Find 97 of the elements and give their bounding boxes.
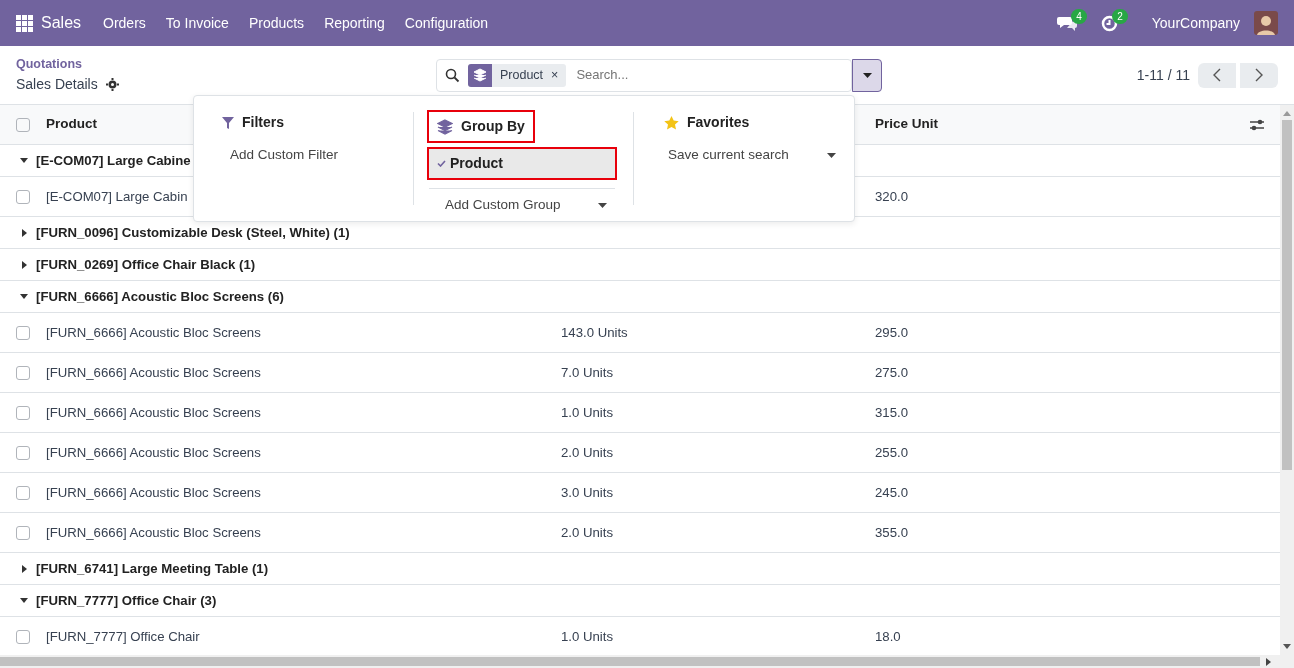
next-page-button[interactable]: [1240, 62, 1278, 88]
row-checkbox[interactable]: [16, 365, 30, 380]
group-label: [FURN_6666] Acoustic Bloc Screens (6): [36, 287, 284, 306]
table-cell-text: 355.0: [875, 523, 908, 542]
column-header[interactable]: Price Unit: [875, 114, 939, 135]
app-name[interactable]: Sales: [33, 11, 94, 35]
table-cell-text: [FURN_6666] Acoustic Bloc Screens: [45, 523, 261, 542]
table-cell-text: 1.0 Units: [561, 403, 614, 422]
search-field[interactable]: Product × Search...: [436, 58, 852, 92]
table-cell-text: 320.0: [875, 187, 908, 206]
row-checkbox[interactable]: [16, 189, 30, 204]
menu-item[interactable]: Orders: [93, 12, 156, 34]
facet-remove[interactable]: ×: [551, 65, 567, 85]
table-cell-text: 2.0 Units: [561, 443, 614, 462]
menu-item[interactable]: Configuration: [394, 12, 499, 34]
table-cell-text: 18.0: [875, 627, 901, 646]
row-checkbox[interactable]: [16, 445, 30, 460]
table-cell-text: [FURN_6666] Acoustic Bloc Screens: [45, 443, 261, 462]
group-row[interactable]: [FURN_6741] Large Meeting Table (1): [0, 553, 1280, 585]
scroll-up-icon[interactable]: [1283, 111, 1291, 116]
menu-item[interactable]: Products: [238, 12, 315, 34]
group-label: [E-COM07] Large Cabine: [36, 151, 191, 170]
chat-icon[interactable]: [1056, 15, 1077, 31]
sliders-icon[interactable]: [1250, 118, 1264, 131]
group-option[interactable]: Product: [429, 149, 615, 178]
scroll-right-icon[interactable]: [1266, 657, 1271, 666]
clock-icon[interactable]: [1100, 14, 1118, 32]
filter-icon: [222, 116, 234, 129]
panel-heading: Filters: [242, 113, 284, 132]
caret-right-icon: [22, 228, 27, 237]
table-cell-text: 275.0: [875, 363, 908, 382]
pager-value: 1-11 / 11: [1136, 65, 1190, 85]
table-cell-text: [FURN_6666] Acoustic Bloc Screens: [45, 403, 261, 422]
chevron-right-icon: [1255, 68, 1263, 82]
group-row[interactable]: [FURN_7777] Office Chair (3): [0, 585, 1280, 617]
table-cell-text: 295.0: [875, 323, 908, 342]
table-cell-text: [FURN_6666] Acoustic Bloc Screens: [45, 363, 261, 382]
vertical-scrollbar[interactable]: [1280, 105, 1294, 655]
table-cell-text: [FURN_7777] Office Chair: [45, 627, 200, 646]
group-row[interactable]: [FURN_6666] Acoustic Bloc Screens (6): [0, 281, 1280, 313]
row-checkbox[interactable]: [16, 325, 30, 340]
caret-right-icon: [22, 260, 27, 269]
caret-down-icon: [20, 598, 28, 603]
panel-heading: Group By: [461, 117, 525, 136]
row-checkbox[interactable]: [16, 629, 30, 644]
row-checkbox[interactable]: [16, 405, 30, 420]
row-checkbox[interactable]: [16, 485, 30, 500]
star-icon: [664, 115, 679, 130]
company-name[interactable]: YourCompany: [1141, 12, 1250, 34]
group-label: [FURN_0269] Office Chair Black (1): [36, 255, 256, 274]
message-count-badge: 4: [1071, 9, 1087, 24]
horizontal-scrollbar[interactable]: [0, 655, 1294, 668]
table-cell-text: [E-COM07] Large Cabin: [45, 187, 188, 206]
group-label: [FURN_6741] Large Meeting Table (1): [36, 559, 269, 578]
add-custom-filter-item[interactable]: Add Custom Filter: [214, 141, 395, 170]
table-cell-text: 3.0 Units: [561, 483, 614, 502]
previous-page-button[interactable]: [1198, 62, 1236, 88]
facet-label: Product: [499, 66, 545, 84]
activity-count-badge: 2: [1112, 8, 1128, 24]
scroll-down-icon[interactable]: [1283, 644, 1291, 649]
add-custom-group-select[interactable]: Add Custom Group: [429, 195, 615, 216]
layers-icon: [473, 68, 487, 82]
search-options-toggle[interactable]: [852, 58, 882, 92]
group-label: [FURN_0096] Customizable Desk (Steel, White) (1): [36, 223, 350, 242]
menu-item[interactable]: Reporting: [314, 12, 395, 34]
save-search-toggle[interactable]: Save current search: [664, 141, 836, 170]
column-header[interactable]: Product: [38, 114, 97, 135]
caret-icon: [598, 202, 607, 208]
table-cell-text: 245.0: [875, 483, 908, 502]
caret-right-icon: [22, 564, 27, 573]
group-row[interactable]: [FURN_0269] Office Chair Black (1): [0, 249, 1280, 281]
panel-heading: Favorites: [687, 113, 750, 132]
table-cell-text: 7.0 Units: [561, 363, 614, 382]
caret-icon: [862, 72, 872, 78]
search-icon: [445, 67, 460, 83]
layers-icon: [437, 118, 453, 135]
group-label: [FURN_7777] Office Chair (3): [36, 591, 217, 610]
table-cell-text: 315.0: [875, 403, 908, 422]
menu-item[interactable]: To Invoice: [155, 12, 239, 34]
check-icon: [437, 160, 446, 167]
avatar-icon[interactable]: [1254, 11, 1278, 35]
apps-menu-icon[interactable]: [16, 14, 33, 32]
page-title: Sales Details: [16, 74, 98, 94]
table-cell-text: 255.0: [875, 443, 908, 462]
table-cell-text: 2.0 Units: [561, 523, 614, 542]
select-all-checkbox[interactable]: [16, 117, 30, 132]
caret-down-icon: [20, 158, 28, 163]
table-cell-text: [FURN_6666] Acoustic Bloc Screens: [45, 483, 261, 502]
caret-down-icon: [20, 294, 28, 299]
table-cell-text: [FURN_6666] Acoustic Bloc Screens: [45, 323, 261, 342]
breadcrumb-link[interactable]: Quotations: [16, 55, 436, 74]
caret-icon: [827, 152, 836, 158]
table-cell-text: 1.0 Units: [561, 627, 614, 646]
row-checkbox[interactable]: [16, 525, 30, 540]
chevron-left-icon: [1213, 68, 1221, 82]
settings-icon[interactable]: [105, 77, 119, 91]
table-cell-text: 143.0 Units: [561, 323, 628, 342]
